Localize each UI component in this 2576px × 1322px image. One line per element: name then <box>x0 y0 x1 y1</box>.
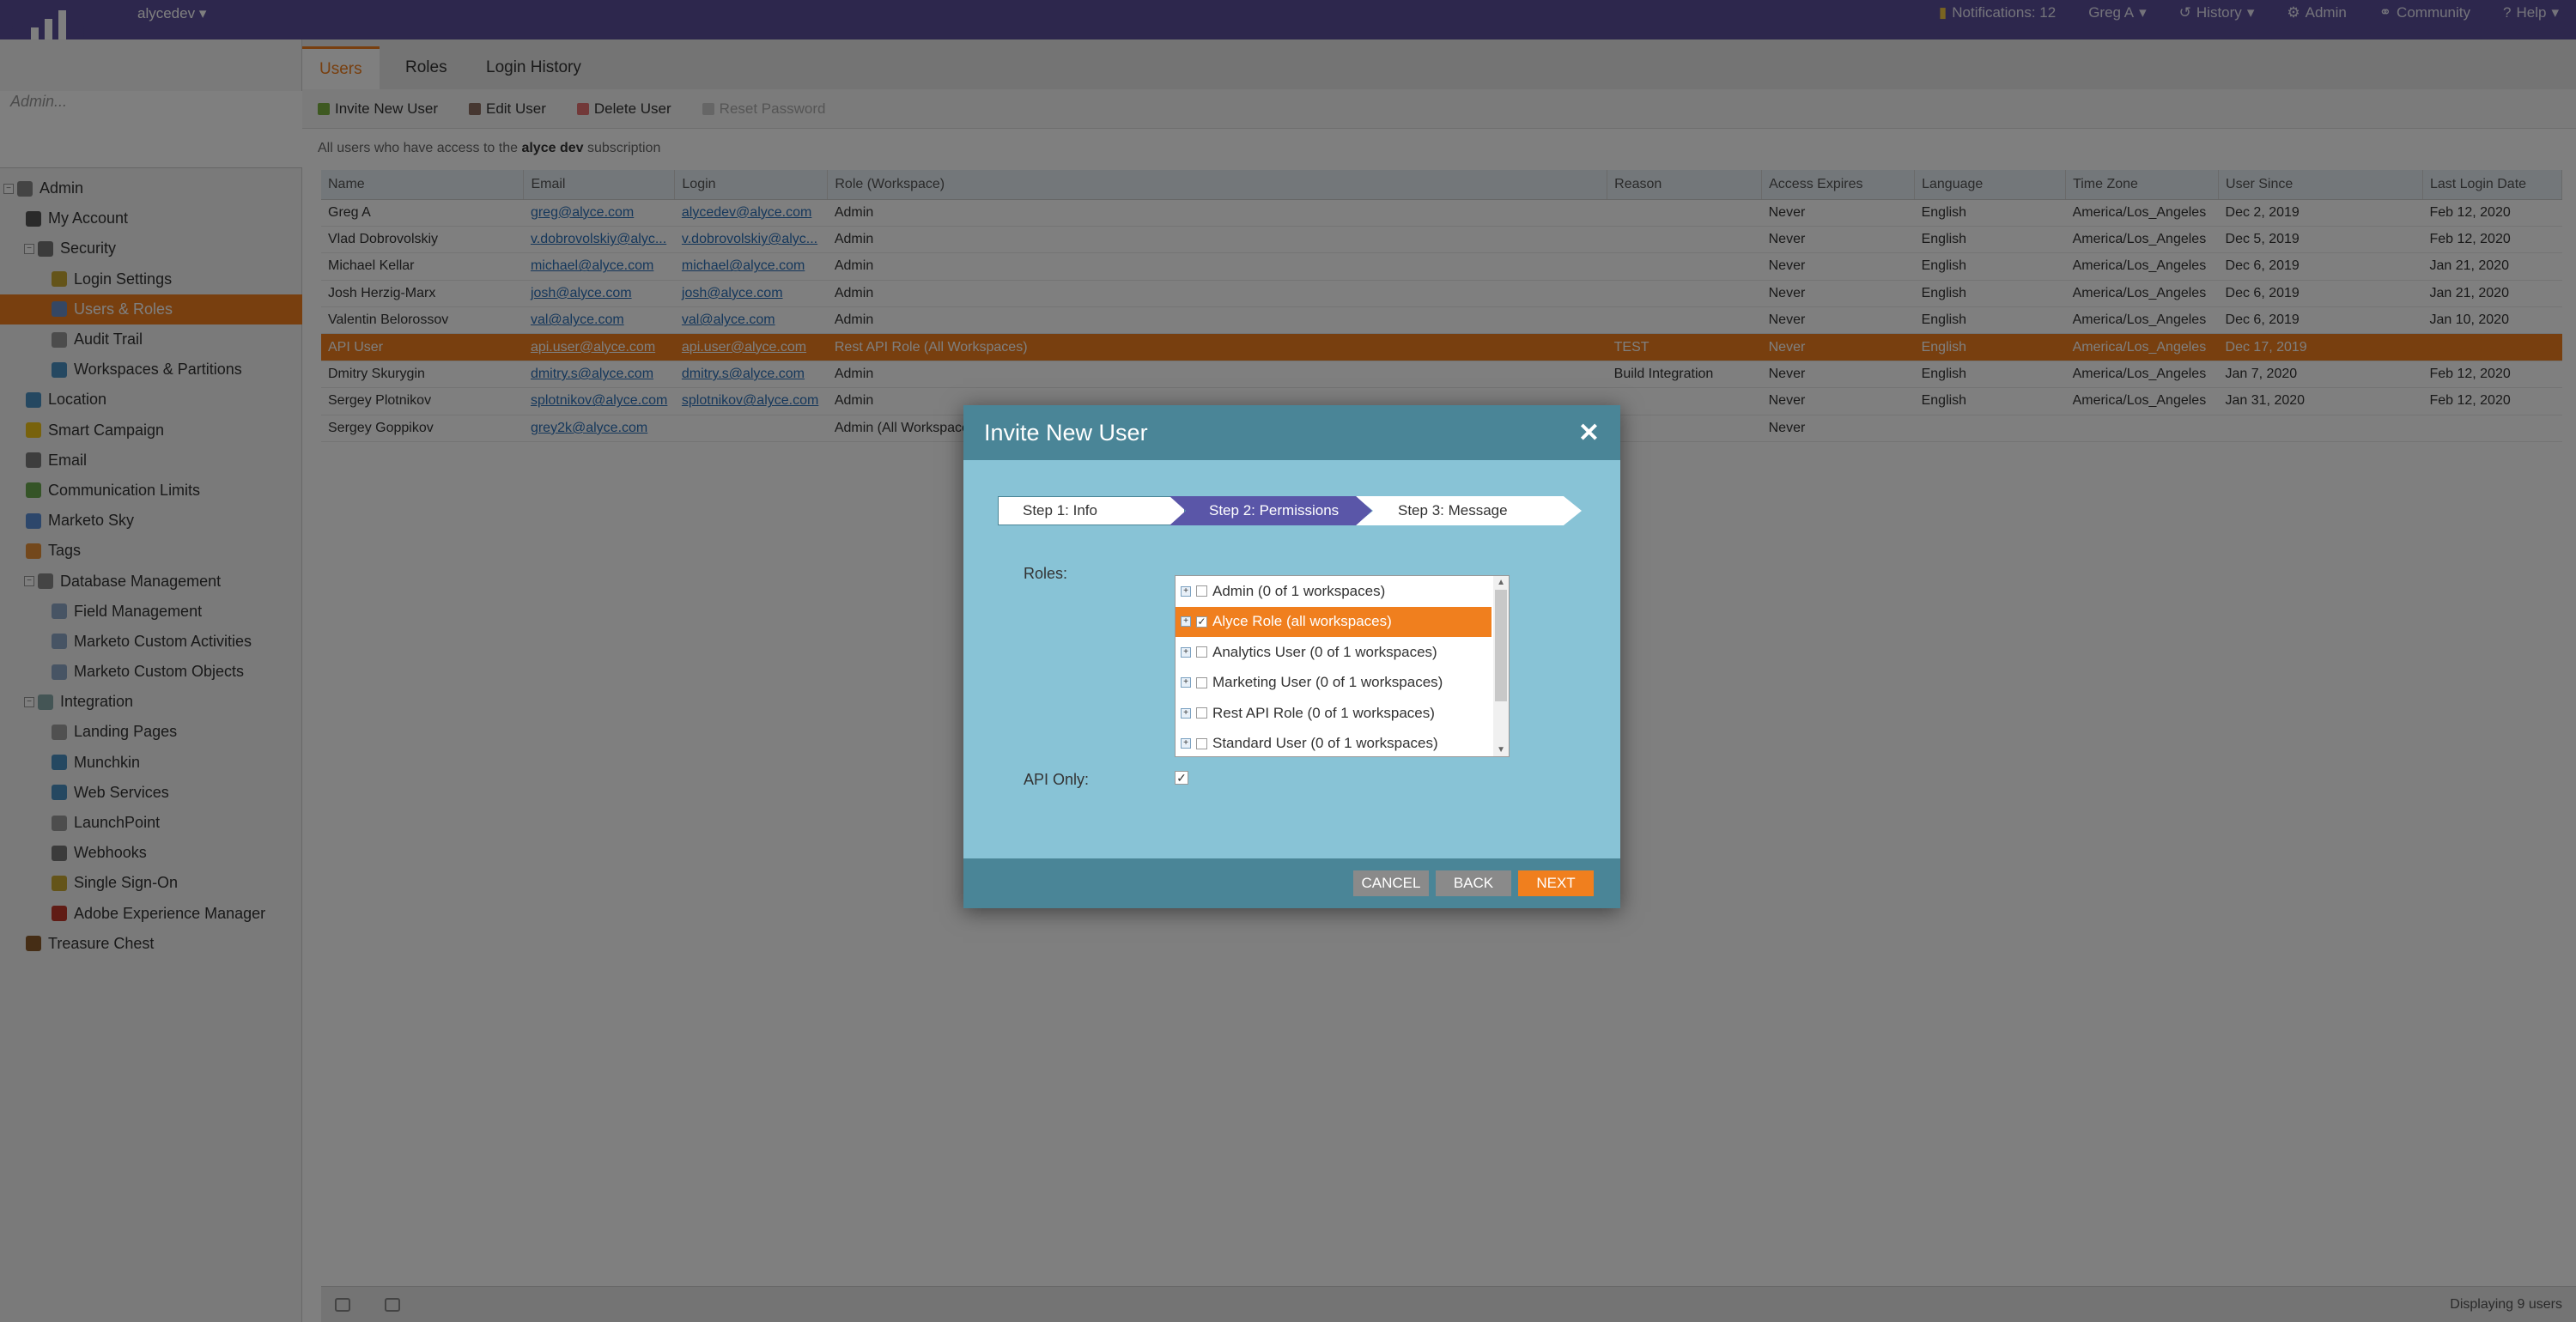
role-item[interactable]: + ✓ Alyce Role (all workspaces) <box>1176 606 1492 637</box>
roles-label: Roles: <box>1024 565 1068 582</box>
role-label: Standard User (0 of 1 workspaces) <box>1212 735 1438 752</box>
role-checkbox[interactable] <box>1196 646 1207 658</box>
step-permissions: Step 2: Permissions <box>1170 496 1372 525</box>
scroll-thumb[interactable] <box>1495 590 1507 701</box>
role-label: Analytics User (0 of 1 workspaces) <box>1212 643 1437 660</box>
role-item[interactable]: + Admin (0 of 1 workspaces) <box>1176 576 1492 607</box>
expand-icon[interactable]: + <box>1181 646 1191 658</box>
expand-icon[interactable]: + <box>1181 677 1191 688</box>
role-item[interactable]: + Standard User (0 of 1 workspaces) <box>1176 729 1492 757</box>
role-checkbox[interactable] <box>1196 737 1207 749</box>
api-only-checkbox[interactable]: ✓ <box>1175 771 1188 785</box>
role-label: Rest API Role (0 of 1 workspaces) <box>1212 704 1435 721</box>
cancel-button[interactable]: CANCEL <box>1353 870 1429 896</box>
scroll-up-icon[interactable]: ▲ <box>1497 578 1505 587</box>
dialog-header: Invite New User ✕ <box>963 405 1620 460</box>
dialog-title: Invite New User <box>984 419 1148 446</box>
role-label: Marketing User (0 of 1 workspaces) <box>1212 674 1443 691</box>
role-checkbox[interactable]: ✓ <box>1196 616 1207 628</box>
role-checkbox[interactable] <box>1196 707 1207 719</box>
expand-icon[interactable]: + <box>1181 738 1191 749</box>
scroll-down-icon[interactable]: ▼ <box>1497 745 1505 755</box>
back-button[interactable]: BACK <box>1436 870 1511 896</box>
next-button[interactable]: NEXT <box>1518 870 1594 896</box>
expand-icon[interactable]: + <box>1181 616 1191 628</box>
expand-icon[interactable]: + <box>1181 585 1191 597</box>
role-item[interactable]: + Marketing User (0 of 1 workspaces) <box>1176 668 1492 699</box>
role-item[interactable]: + Rest API Role (0 of 1 workspaces) <box>1176 698 1492 729</box>
expand-icon[interactable]: + <box>1181 707 1191 719</box>
role-label: Alyce Role (all workspaces) <box>1212 613 1392 630</box>
dialog-footer: CANCEL BACK NEXT <box>963 858 1620 908</box>
step-info: Step 1: Info <box>998 496 1185 525</box>
role-item[interactable]: + Analytics User (0 of 1 workspaces) <box>1176 637 1492 668</box>
roles-list: + Admin (0 of 1 workspaces) + ✓ Alyce Role (… <box>1175 575 1510 757</box>
role-checkbox[interactable] <box>1196 585 1207 597</box>
wizard-steps: Step 1: Info Step 3: Message Step 2: Per… <box>998 496 1582 525</box>
step-message: Step 3: Message <box>1355 496 1582 525</box>
role-label: Admin (0 of 1 workspaces) <box>1212 582 1386 599</box>
invite-user-dialog: Invite New User ✕ Step 1: Info Step 3: M… <box>963 405 1620 908</box>
roles-scrollbar[interactable]: ▲ ▼ <box>1493 576 1509 756</box>
close-icon[interactable]: ✕ <box>1578 418 1600 448</box>
role-checkbox[interactable] <box>1196 676 1207 688</box>
api-only-label: API Only: <box>1024 771 1090 788</box>
